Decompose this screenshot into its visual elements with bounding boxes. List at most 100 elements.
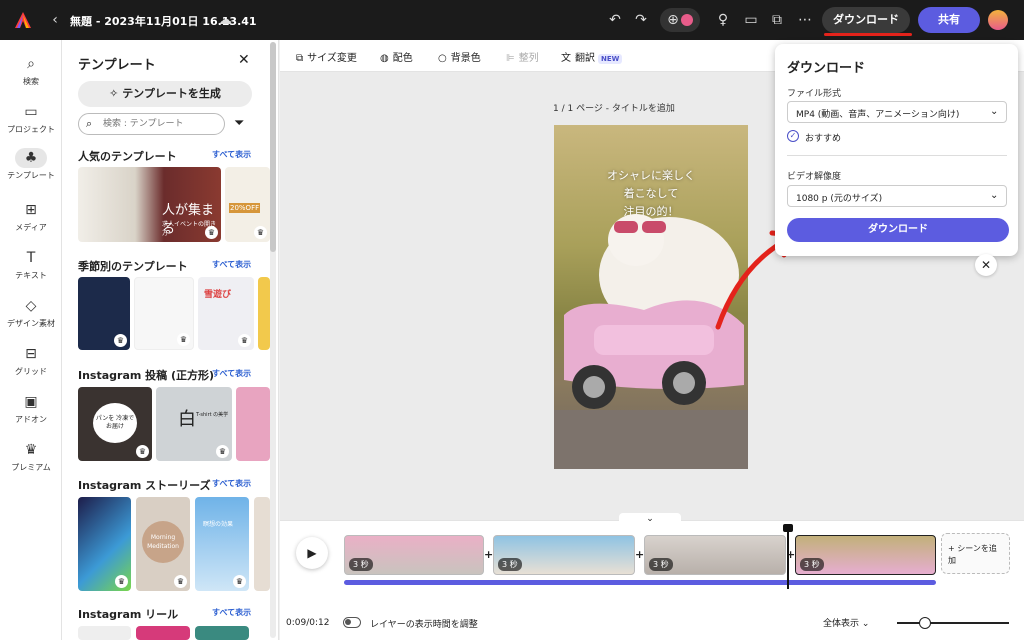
- translate-tool[interactable]: 文翻訳 NEW: [561, 49, 623, 64]
- template-thumb-reel-3[interactable]: [195, 626, 249, 640]
- premium-crown-icon: ♛: [233, 575, 246, 588]
- share-button[interactable]: 共有: [918, 7, 980, 33]
- rail-item-premium[interactable]: ♛ プレミアム: [0, 440, 62, 473]
- undo-icon[interactable]: ↶: [604, 0, 626, 40]
- search-input[interactable]: [103, 117, 221, 131]
- zoom-slider-handle[interactable]: [919, 617, 931, 629]
- see-all-popular-link[interactable]: すべて表示: [212, 149, 251, 160]
- chevron-down-icon: ⌄: [990, 190, 999, 201]
- scrollbar-thumb[interactable]: [270, 42, 276, 252]
- translate-icon: 文: [561, 53, 571, 64]
- template-thumb-seasonal-3[interactable]: 雪遊び ♛: [198, 277, 254, 350]
- template-thumb-story-1[interactable]: ♛: [78, 497, 131, 591]
- template-thumb-story-3[interactable]: 瞑想の効果 ♛: [195, 497, 249, 591]
- rail-item-design-elements[interactable]: ◇ デザイン素材: [0, 296, 62, 329]
- template-thumb-seasonal-2[interactable]: ♛: [134, 277, 194, 350]
- timeline-progress-bar[interactable]: [344, 580, 936, 585]
- template-thumb-reel-2[interactable]: [136, 626, 190, 640]
- template-thumb-popular-1[interactable]: 人が集まる 求人イベントの開き方 ♛: [78, 167, 221, 242]
- resize-tool[interactable]: ⧉ サイズ変更: [296, 49, 357, 64]
- video-resolution-select[interactable]: 1080 p (元のサイズ) ⌄: [787, 185, 1007, 207]
- rail-item-media[interactable]: ⊞ メディア: [0, 200, 62, 233]
- template-search-field[interactable]: ⌕: [78, 113, 225, 135]
- template-thumb-story-2[interactable]: Morning Meditation ♛: [136, 497, 190, 591]
- text-icon: T: [26, 250, 36, 266]
- color-theme-tool[interactable]: ◍ 配色: [380, 49, 413, 64]
- rail-item-text[interactable]: T テキスト: [0, 248, 62, 281]
- comment-icon[interactable]: ▭: [740, 0, 762, 40]
- timeline-clip-3[interactable]: 3 秒: [644, 535, 786, 575]
- timeline-clip-4[interactable]: 3 秒: [795, 535, 936, 575]
- insert-scene-plus-icon[interactable]: +: [635, 548, 644, 561]
- background-color-tool[interactable]: ○ 背景色: [438, 49, 481, 64]
- sparkle-icon: ✧: [109, 87, 123, 100]
- zoom-slider-track[interactable]: [897, 622, 1009, 624]
- timeline-clip-2[interactable]: 3 秒: [493, 535, 635, 575]
- see-all-seasonal-link[interactable]: すべて表示: [212, 259, 251, 270]
- recommended-check-icon: ✓: [787, 130, 799, 142]
- file-format-label: ファイル形式: [787, 89, 842, 99]
- generate-template-button[interactable]: ✧ テンプレートを生成: [78, 81, 252, 107]
- left-rail: ⌕ 検索 ▭ プロジェクト ♣ テンプレート ⊞ メディア T テキスト ◇ デザイン素材 …: [0, 40, 62, 640]
- thumb-text: 雪遊び: [204, 290, 232, 300]
- time-readout: 0:09/0:12: [286, 618, 330, 628]
- play-button[interactable]: ▶: [296, 537, 328, 569]
- template-thumb-instagram-2[interactable]: 白 T-shirt の美学 ♛: [156, 387, 232, 461]
- template-thumb-seasonal-1[interactable]: ♛: [78, 277, 130, 350]
- premium-crown-icon: ♛: [114, 334, 127, 347]
- premium-crown-icon: ♛: [216, 445, 229, 458]
- template-thumb-popular-2[interactable]: 20%OFF ♛: [225, 167, 270, 242]
- user-avatar[interactable]: [988, 10, 1008, 30]
- download-popover: ダウンロード ファイル形式 MP4 (動画、音声、アニメーション向け) ⌄ ✓ …: [775, 44, 1018, 256]
- timeline-clip-1[interactable]: 3 秒: [344, 535, 484, 575]
- premium-crown-icon: ♛: [177, 333, 190, 346]
- back-chevron-icon[interactable]: ‹: [44, 0, 66, 40]
- invite-collaborator-icon[interactable]: ⊕: [660, 8, 700, 32]
- template-thumb-instagram-1[interactable]: パンを 冷凍でお届け ♛: [78, 387, 152, 461]
- download-button-top[interactable]: ダウンロード: [822, 7, 910, 33]
- rail-item-projects[interactable]: ▭ プロジェクト: [0, 102, 62, 135]
- adobe-express-logo-icon[interactable]: [12, 0, 34, 40]
- folder-icon: ▭: [24, 104, 38, 120]
- top-bar: ‹ 無題 - 2023年11月01日 16.13.41 ☁ ↶ ↷ ⊕ ♀ ▭ …: [0, 0, 1024, 40]
- cloud-icon: ☁: [218, 12, 232, 28]
- zoom-select[interactable]: 全体表示 ⌄: [823, 616, 869, 629]
- lightbulb-icon[interactable]: ♀: [712, 0, 734, 40]
- redo-icon[interactable]: ↷: [630, 0, 652, 40]
- rail-item-search[interactable]: ⌕ 検索: [0, 54, 62, 87]
- clip-duration: 3 秒: [800, 558, 824, 571]
- layer-duration-toggle[interactable]: [343, 617, 361, 628]
- template-thumb-story-4[interactable]: [254, 497, 270, 591]
- file-format-select[interactable]: MP4 (動画、音声、アニメーション向け) ⌄: [787, 101, 1007, 123]
- collapse-timeline-chevron-icon[interactable]: ⌄: [619, 513, 681, 526]
- close-icon[interactable]: ✕: [238, 52, 250, 68]
- arrange-tool[interactable]: ⊫ 整列: [506, 49, 539, 64]
- template-thumb-instagram-3[interactable]: [236, 387, 270, 461]
- page-title-label[interactable]: 1 / 1 ページ - タイトルを追加: [553, 101, 675, 114]
- premium-crown-icon: ♛: [238, 334, 251, 347]
- present-icon[interactable]: ⧉: [766, 0, 788, 40]
- template-thumb-reel-1[interactable]: [78, 626, 131, 640]
- close-popover-icon[interactable]: ✕: [975, 254, 997, 276]
- template-thumb-seasonal-4[interactable]: [258, 277, 270, 350]
- add-scene-button[interactable]: + シーンを追加: [941, 533, 1010, 574]
- divider: [787, 155, 1007, 156]
- see-all-instagram-stories-link[interactable]: すべて表示: [212, 478, 251, 489]
- rail-item-templates[interactable]: ♣ テンプレート: [0, 148, 62, 181]
- download-confirm-button[interactable]: ダウンロード: [787, 218, 1009, 242]
- recommended-label: おすすめ: [805, 134, 842, 144]
- playhead[interactable]: [787, 527, 789, 589]
- rail-item-addons[interactable]: ▣ アドオン: [0, 392, 62, 425]
- see-all-instagram-square-link[interactable]: すべて表示: [212, 368, 251, 379]
- video-resolution-label: ビデオ解像度: [787, 172, 842, 182]
- filter-icon[interactable]: ⏷: [234, 116, 244, 131]
- more-icon[interactable]: ⋯: [794, 0, 816, 40]
- rail-item-grid[interactable]: ⊟ グリッド: [0, 344, 62, 377]
- panel-scrollbar[interactable]: [270, 42, 276, 638]
- premium-crown-icon: ♛: [205, 226, 218, 239]
- templates-panel: テンプレート ✕ ✧ テンプレートを生成 ⌕ ⏷ 人気のテンプレート すべて表示…: [62, 40, 279, 640]
- insert-scene-plus-icon[interactable]: +: [484, 548, 493, 561]
- see-all-instagram-reels-link[interactable]: すべて表示: [212, 607, 251, 618]
- chevron-down-icon: ⌄: [990, 106, 999, 117]
- clip-duration: 3 秒: [349, 558, 373, 571]
